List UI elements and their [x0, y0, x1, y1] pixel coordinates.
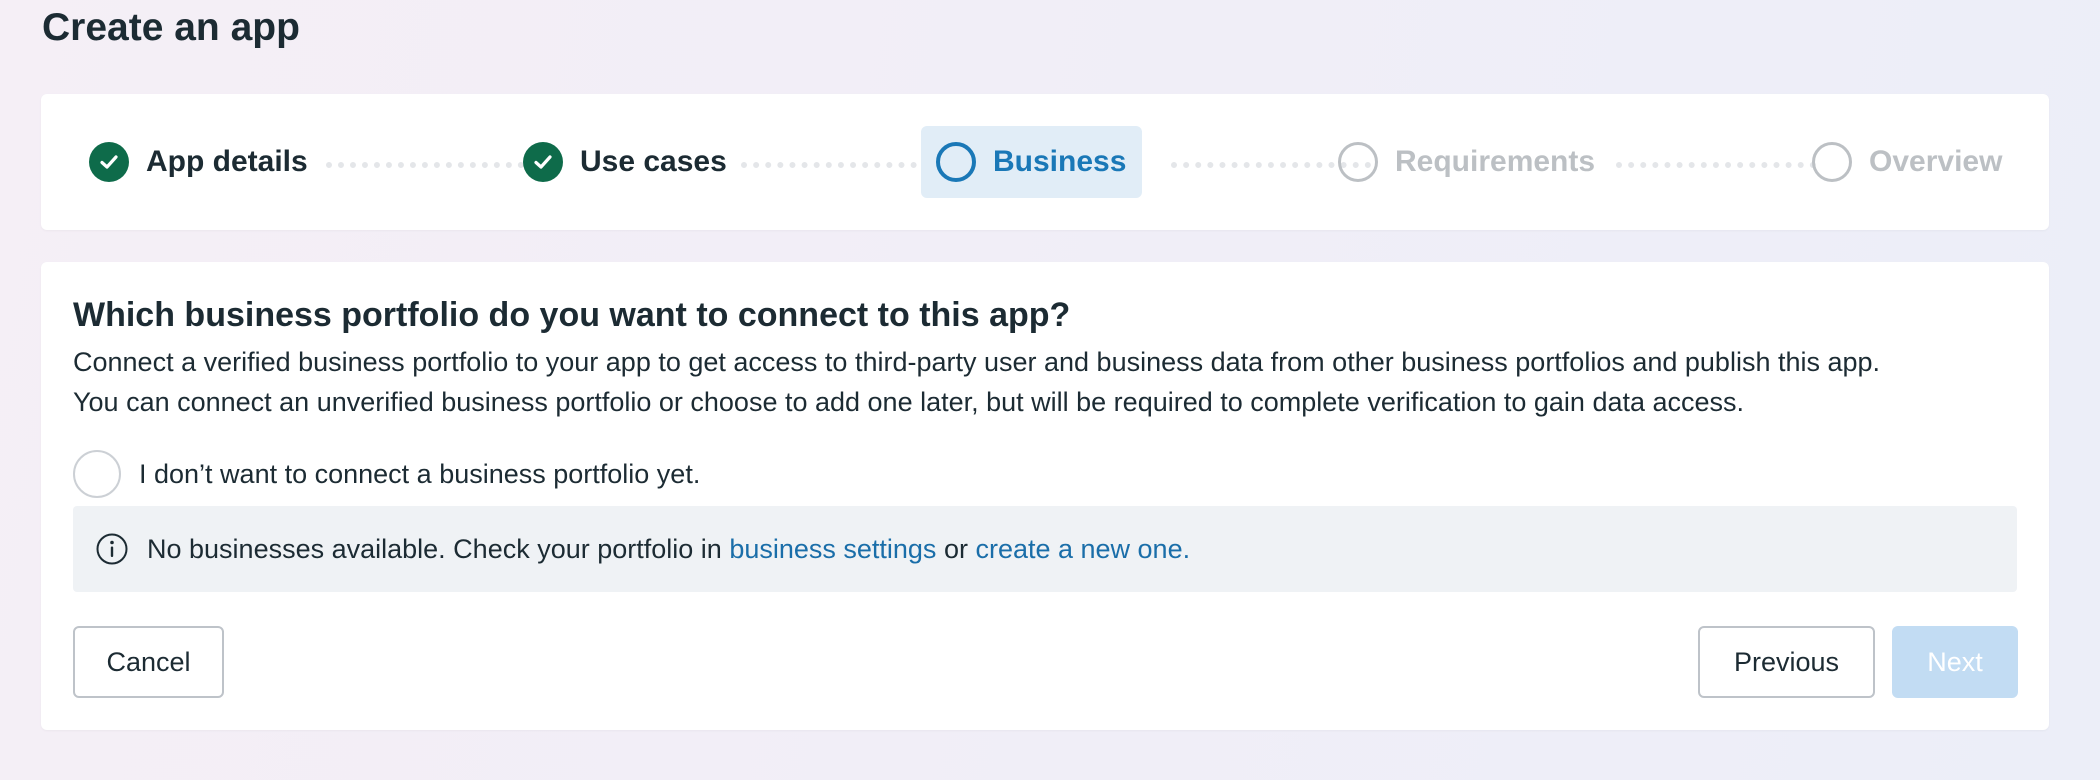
step-label: App details — [146, 145, 308, 178]
radio-label: I don’t want to connect a business portf… — [139, 458, 701, 489]
step-app-details[interactable]: App details — [89, 126, 308, 198]
step-label: Requirements — [1395, 145, 1596, 178]
business-portfolio-card: Which business portfolio do you want to … — [41, 262, 2049, 730]
info-banner: No businesses available. Check your port… — [73, 506, 2017, 592]
step-connector — [741, 162, 941, 168]
step-label: Use cases — [580, 145, 727, 178]
description-line: You can connect an unverified business p… — [73, 387, 1745, 417]
section-heading: Which business portfolio do you want to … — [73, 296, 1071, 334]
step-label: Business — [993, 145, 1127, 178]
previous-button[interactable]: Previous — [1698, 626, 1875, 698]
no-portfolio-option[interactable]: I don’t want to connect a business portf… — [73, 450, 700, 498]
circle-icon — [1338, 142, 1378, 182]
check-icon — [523, 142, 563, 182]
page-title: Create an app — [42, 6, 300, 49]
description-line: Connect a verified business portfolio to… — [73, 347, 1881, 377]
step-connector — [326, 162, 536, 168]
step-business[interactable]: Business — [921, 126, 1143, 198]
step-label: Overview — [1869, 145, 2003, 178]
section-description: Connect a verified business portfolio to… — [73, 342, 2033, 422]
circle-icon — [936, 142, 976, 182]
business-settings-link[interactable]: business settings — [729, 534, 936, 565]
create-new-link[interactable]: create a new one. — [975, 534, 1190, 565]
stepper-card: App details Use cases Business Requireme… — [41, 94, 2049, 230]
info-icon — [95, 532, 129, 566]
cancel-button[interactable]: Cancel — [73, 626, 224, 698]
step-use-cases[interactable]: Use cases — [523, 126, 727, 198]
next-button[interactable]: Next — [1892, 626, 2018, 698]
check-icon — [89, 142, 129, 182]
info-text: No businesses available. Check your port… — [147, 533, 730, 564]
step-overview: Overview — [1812, 126, 2002, 198]
info-text: or — [936, 533, 976, 564]
radio-button[interactable] — [73, 450, 121, 498]
step-connector — [1616, 162, 1816, 168]
step-requirements: Requirements — [1338, 126, 1595, 198]
circle-icon — [1812, 142, 1852, 182]
